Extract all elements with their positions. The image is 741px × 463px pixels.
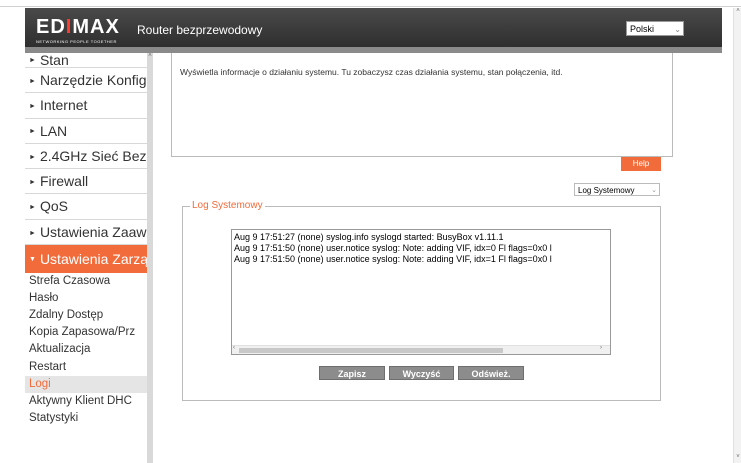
sidebar-item-internet[interactable]: ► Internet xyxy=(25,93,147,119)
triangle-right-icon: ► xyxy=(29,128,36,136)
log-type-select[interactable]: Log Systemowy ⌄ xyxy=(574,183,660,196)
info-panel: Wyświetla informacje o działaniu systemu… xyxy=(171,53,673,157)
triangle-right-icon: ► xyxy=(29,77,36,85)
log-legend: Log Systemowy xyxy=(190,200,265,211)
sidebar-item-label: Firewall xyxy=(39,173,89,190)
edimax-logo: EDIMAX NETWORKING PEOPLE TOGETHER xyxy=(36,17,120,44)
submenu-backup[interactable]: Kopia Zapasowa/Prz xyxy=(25,324,147,341)
language-select[interactable]: Polski ⌄ xyxy=(626,21,684,36)
submenu-upgrade[interactable]: Aktualizacja xyxy=(25,341,147,358)
sidebar-item-stan[interactable]: ► Stan xyxy=(25,53,147,68)
help-button[interactable]: Help xyxy=(621,157,661,171)
triangle-right-icon: ► xyxy=(29,153,36,161)
triangle-right-icon: ► xyxy=(29,103,36,111)
triangle-down-icon: ▼ xyxy=(29,256,36,264)
sidebar-item-lan[interactable]: ► LAN xyxy=(25,119,147,144)
submenu-time-zone[interactable]: Strefa Czasowa xyxy=(25,273,147,290)
sidebar-scrollbar[interactable]: ˄ xyxy=(147,53,153,463)
log-line: Aug 9 17:51:50 (none) user.notice syslog… xyxy=(234,254,552,264)
browser-top-edge xyxy=(0,0,741,7)
refresh-button[interactable]: Odśwież. xyxy=(458,366,524,380)
submenu-dhcp-clients[interactable]: Aktywny Klient DHC xyxy=(25,393,147,410)
sidebar-item-administration[interactable]: ▼ Ustawienia Zarzą xyxy=(25,245,147,274)
submenu-statistics[interactable]: Statystyki xyxy=(25,410,147,427)
sidebar-item-qos[interactable]: ► QoS xyxy=(25,194,147,220)
sidebar-item-narzedzie[interactable]: ► Narzędzie Konfigu xyxy=(25,68,147,94)
info-description: Wyświetla informacje o działaniu systemu… xyxy=(180,67,563,77)
triangle-right-icon: ► xyxy=(29,178,36,186)
submenu-logs[interactable]: Logi xyxy=(25,375,147,393)
header-title: Router bezprzewodowy xyxy=(137,23,263,37)
sidebar-item-label: Narzędzie Konfigu xyxy=(39,72,147,88)
submenu-password[interactable]: Hasło xyxy=(25,290,147,307)
sidebar-item-firewall[interactable]: ► Firewall xyxy=(25,169,147,195)
log-textarea[interactable]: Aug 9 17:51:27 (none) syslog.info syslog… xyxy=(231,229,611,355)
sidebar-item-label: Internet xyxy=(39,97,88,114)
sidebar-item-label: Stan xyxy=(39,53,69,68)
triangle-right-icon: ► xyxy=(29,229,36,237)
sidebar-item-advanced[interactable]: ► Ustawienia Zaawa xyxy=(25,220,147,246)
sidebar-item-wifi[interactable]: ► 2.4GHz Sieć Bezp xyxy=(25,144,147,170)
sidebar-item-label: QoS xyxy=(39,198,68,215)
scroll-up-icon[interactable]: ˄ xyxy=(147,53,153,59)
log-line: Aug 9 17:51:27 (none) syslog.info syslog… xyxy=(234,232,504,242)
save-button[interactable]: Zapisz xyxy=(319,366,385,380)
sidebar-item-label: LAN xyxy=(39,122,68,139)
router-header: EDIMAX NETWORKING PEOPLE TOGETHER Router… xyxy=(25,8,722,53)
chevron-down-icon: ⌄ xyxy=(651,187,657,194)
scroll-down-icon[interactable]: ˅ xyxy=(734,454,741,460)
sidebar-menu: ► Stan ► Narzędzie Konfigu ► Internet ► LAN … xyxy=(25,53,147,463)
triangle-right-icon: ► xyxy=(29,204,36,212)
log-type-value: Log Systemowy xyxy=(578,186,635,195)
language-value: Polski xyxy=(630,24,655,34)
submenu-restart[interactable]: Restart xyxy=(25,359,147,376)
scroll-left-icon[interactable]: ‹ xyxy=(233,345,235,351)
clear-button[interactable]: Wyczyść xyxy=(389,366,454,380)
scroll-thumb[interactable] xyxy=(239,348,503,353)
submenu-remote-access[interactable]: Zdalny Dostęp xyxy=(25,307,147,324)
logo-text: EDIMAX xyxy=(36,16,120,38)
sidebar-item-label: Ustawienia Zaawa xyxy=(39,223,147,240)
sidebar-item-label: Ustawienia Zarzą xyxy=(39,251,147,268)
log-line: Aug 9 17:51:50 (none) user.notice syslog… xyxy=(234,243,552,253)
chevron-down-icon: ⌄ xyxy=(674,25,681,34)
log-horizontal-scrollbar[interactable]: ‹ › xyxy=(232,345,610,354)
scroll-up-icon[interactable]: ˄ xyxy=(734,8,741,14)
sidebar-item-label: 2.4GHz Sieć Bezp xyxy=(39,147,147,164)
scroll-right-icon[interactable]: › xyxy=(600,345,602,351)
logo-tagline: NETWORKING PEOPLE TOGETHER xyxy=(36,39,117,44)
page-scrollbar[interactable]: ˄ ˅ xyxy=(733,8,741,463)
triangle-right-icon: ► xyxy=(29,57,36,65)
